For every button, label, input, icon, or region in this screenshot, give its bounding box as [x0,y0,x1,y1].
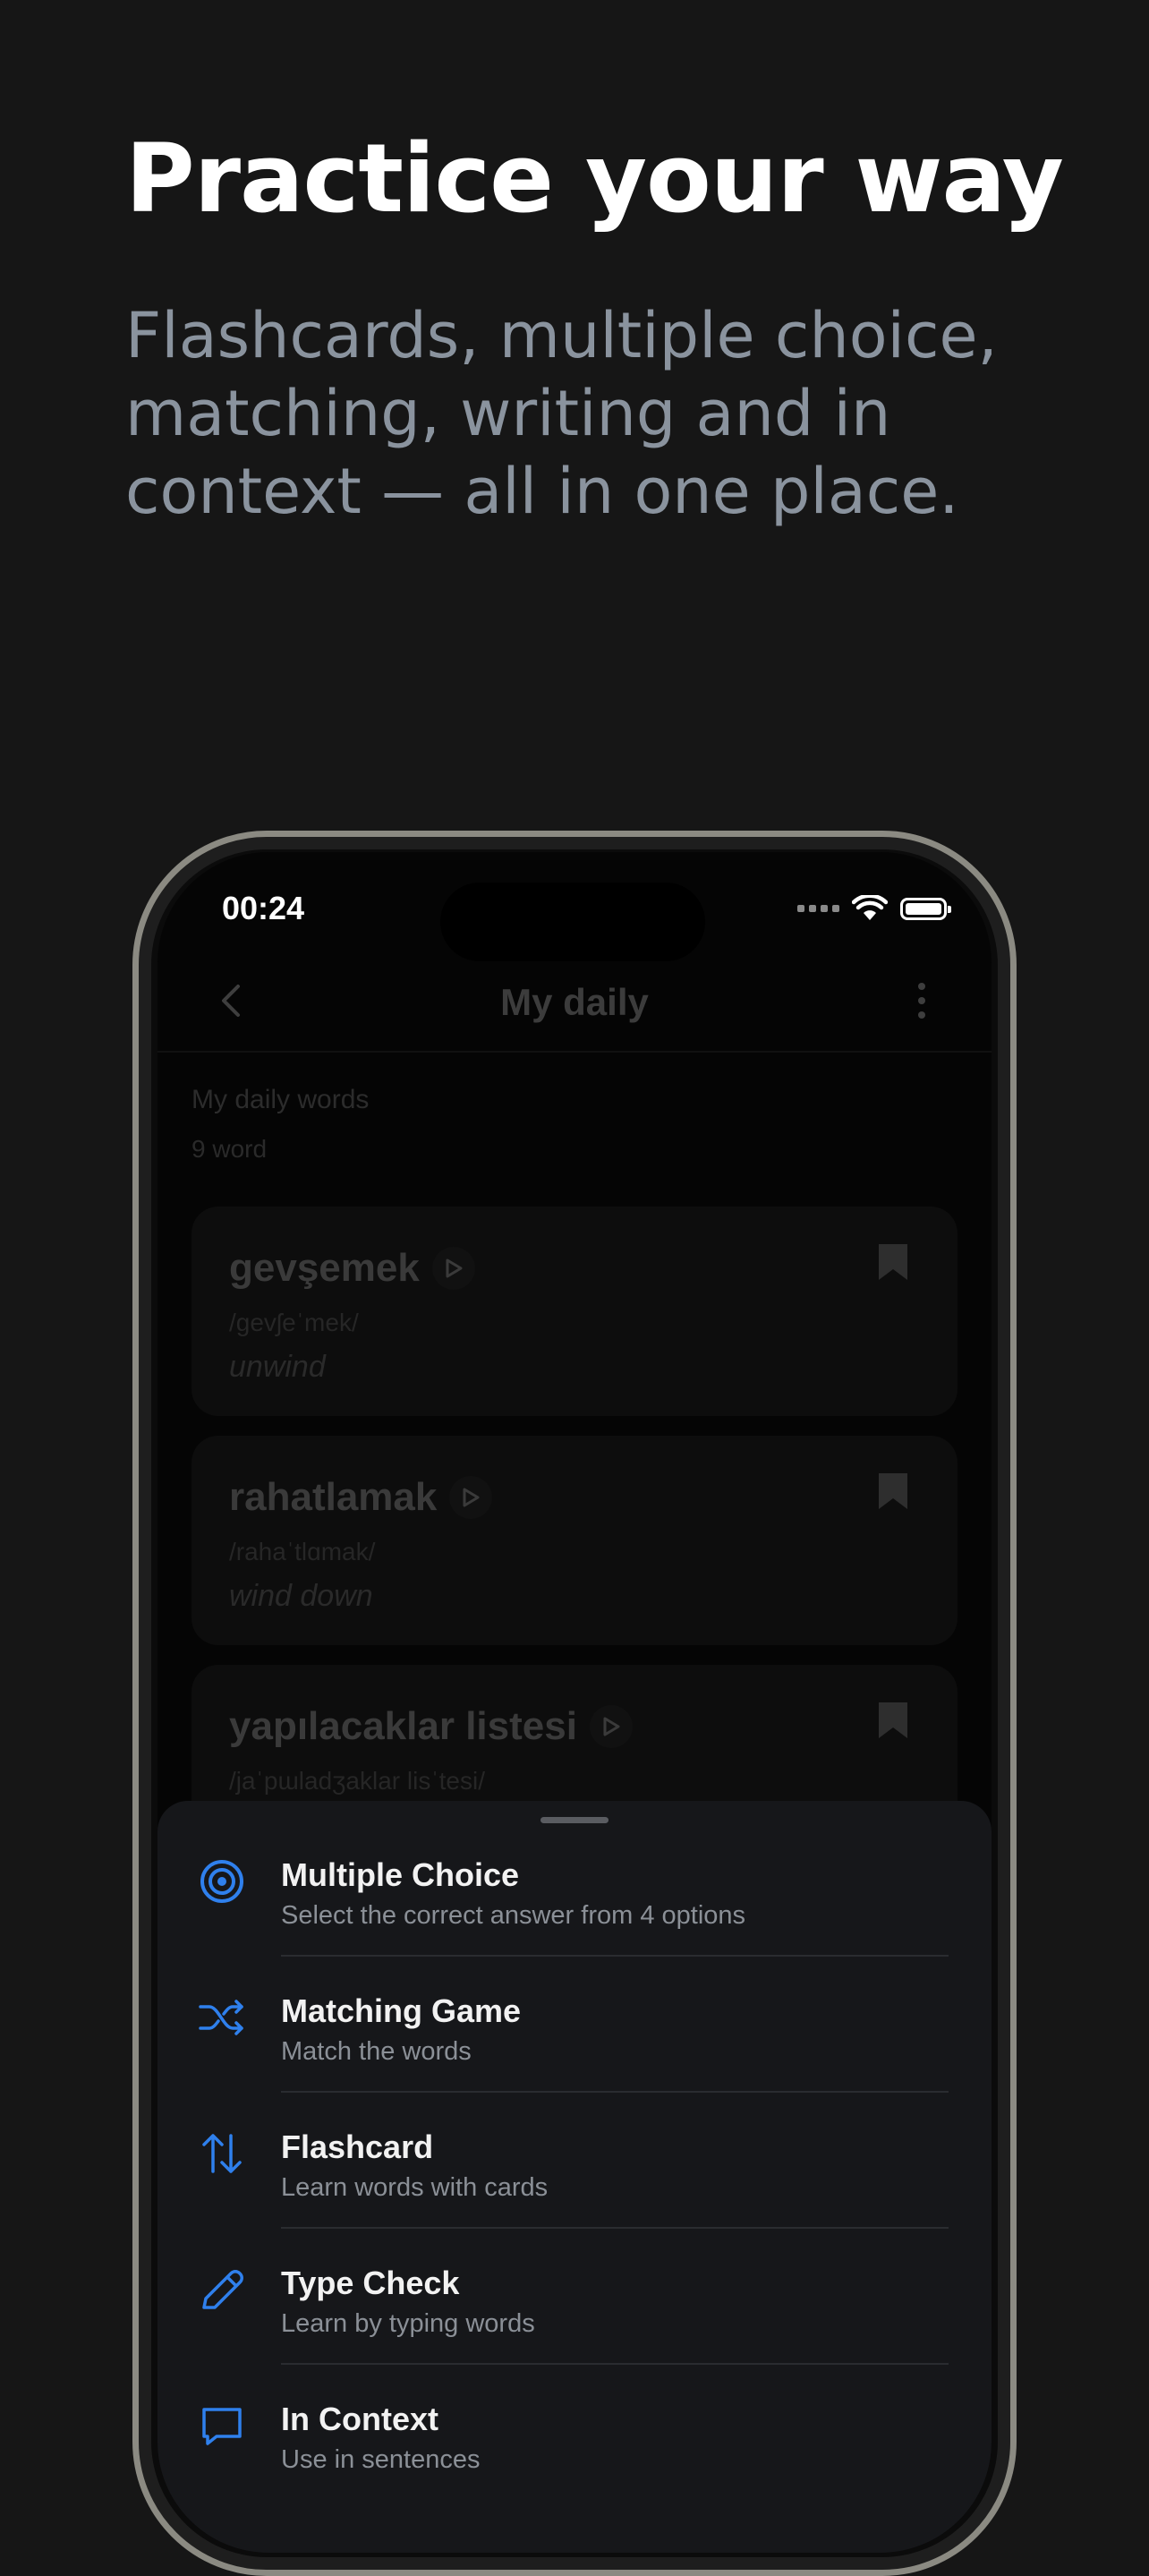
play-audio-icon[interactable] [431,1247,475,1290]
swap-vertical-icon [202,2134,242,2173]
option-description: Learn by typing words [281,2309,535,2338]
option-label: Multiple Choice [281,1856,520,1893]
word-pronunciation: /gevʃeˈmek/ [229,1309,359,1336]
battery-icon [900,897,951,920]
play-audio-icon[interactable] [589,1705,633,1748]
word-pronunciation: /rahaˈtlɑmak/ [229,1538,376,1565]
shuffle-icon [199,2000,243,2035]
word-count: 9 word [192,1135,268,1163]
option-in-context[interactable]: In Context Use in sentences [157,2365,992,2501]
word-term: rahatlamak [229,1475,438,1519]
pencil-icon [202,2270,243,2309]
bookmark-icon[interactable] [877,1471,909,1511]
bookmark-icon[interactable] [877,1242,909,1282]
play-audio-icon[interactable] [449,1476,493,1519]
option-description: Use in sentences [281,2445,481,2474]
option-multiple-choice[interactable]: Multiple Choice Select the correct answe… [157,1821,992,1957]
word-term-row: rahatlamak [229,1475,493,1520]
word-translation: unwind [229,1350,326,1384]
promo-subhead: Flashcards, multiple choice, matching, w… [125,299,998,528]
target-icon [200,1860,243,1903]
option-label: Flashcard [281,2128,434,2165]
option-type-check[interactable]: Type Check Learn by typing words [157,2229,992,2365]
word-card[interactable]: gevşemek /gevʃeˈmek/ unwind [192,1207,958,1416]
word-term-row: yapılacaklar listesi [229,1704,633,1749]
dynamic-island [440,883,705,961]
option-description: Select the correct answer from 4 options [281,1901,746,1930]
option-label: Matching Game [281,1992,522,2029]
status-icons [797,895,951,922]
word-pronunciation: /jaˈpɯladʒaklar lisˈtesi/ [229,1767,486,1795]
phone-screen: 00:24 My daily My daily words 9 word gev… [157,852,992,2553]
practice-mode-sheet: Multiple Choice Select the correct answe… [157,1801,992,2553]
option-matching-game[interactable]: Matching Game Match the words [157,1957,992,2093]
word-translation: wind down [229,1579,373,1613]
word-term-row: gevşemek [229,1246,475,1291]
word-card[interactable]: rahatlamak /rahaˈtlɑmak/ wind down [192,1436,958,1645]
more-vertical-icon[interactable] [913,979,931,1022]
option-label: Type Check [281,2265,460,2301]
nav-title: My daily [500,981,649,1023]
option-description: Learn words with cards [281,2173,549,2202]
option-description: Match the words [281,2037,472,2066]
bookmark-icon[interactable] [877,1701,909,1740]
word-term: gevşemek [229,1246,420,1290]
list-title: My daily words [192,1085,370,1114]
word-term: yapılacaklar listesi [229,1704,577,1748]
wifi-icon [852,895,888,920]
option-label: In Context [281,2401,438,2437]
nav-bar: My daily [157,951,992,1053]
option-flashcard[interactable]: Flashcard Learn words with cards [157,2093,992,2229]
promo-headline: Practice your way [125,124,1064,234]
status-time: 00:24 [222,890,305,926]
chat-bubble-icon [202,2408,242,2445]
cellular-signal-icon [797,905,839,912]
